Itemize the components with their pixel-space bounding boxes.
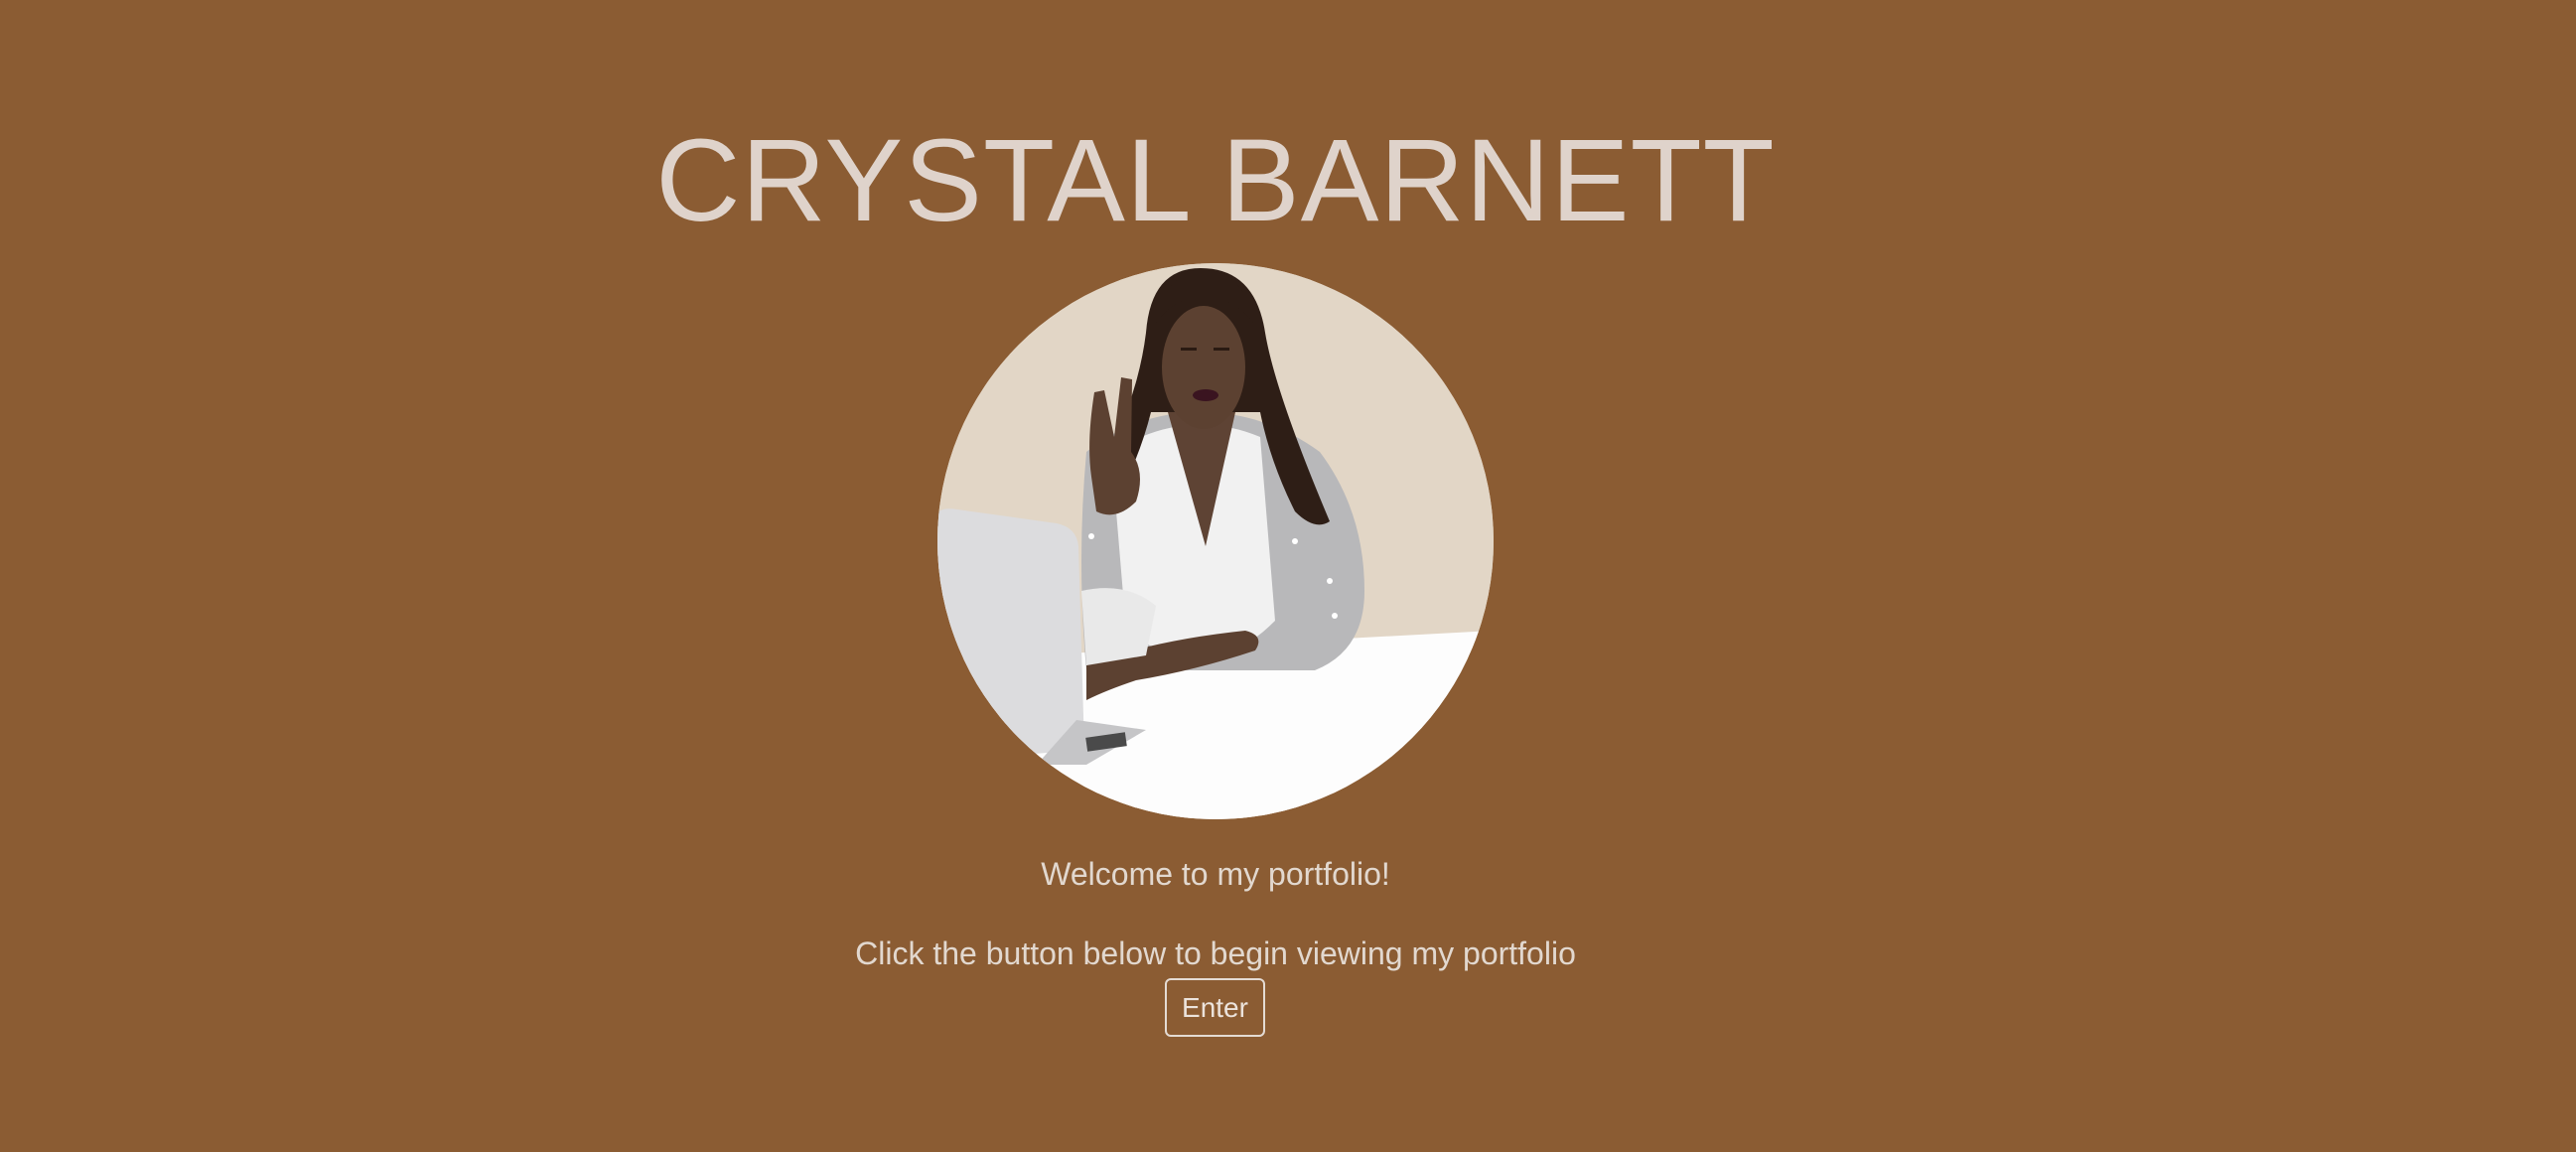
landing-page: CRYSTAL BARNETT Welcome to my portfolio!…: [0, 0, 2576, 1152]
enter-button[interactable]: Enter: [1165, 978, 1265, 1037]
portrait-illustration-icon: [937, 263, 1494, 819]
page-title: CRYSTAL BARNETT: [655, 115, 1776, 246]
avatar: [937, 263, 1494, 819]
instruction-message: Click the button below to begin viewing …: [855, 936, 1576, 971]
welcome-message: Welcome to my portfolio!: [1041, 856, 1390, 892]
